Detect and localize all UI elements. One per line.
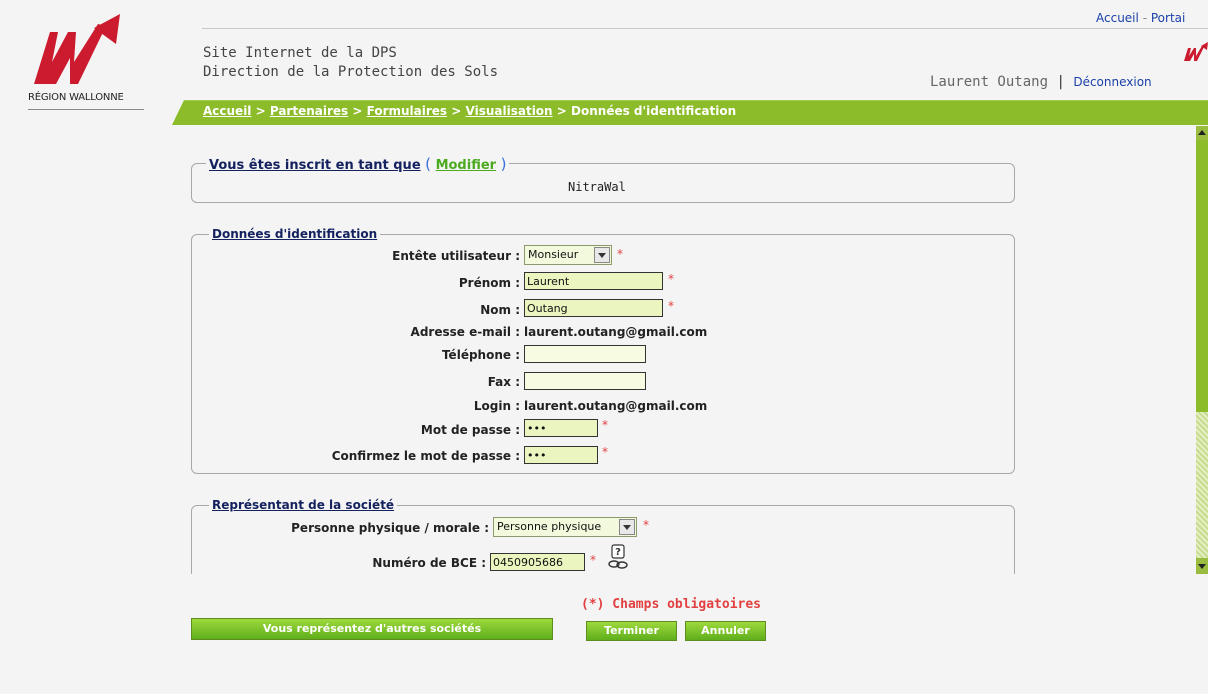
scroll-up-button[interactable] [1196,126,1208,140]
other-companies-button[interactable]: Vous représentez d'autres sociétés [191,618,553,640]
top-link-home[interactable]: Accueil [1096,11,1139,25]
fax-label: Fax : [487,375,520,389]
breadcrumb-separator: > [255,104,266,118]
svg-text:?: ? [615,547,621,558]
password-input[interactable] [524,419,598,437]
nom-label: Nom : [480,303,520,317]
region-w-logo-icon [34,14,120,84]
required-star: * [590,553,596,567]
scroll-track[interactable] [1196,412,1208,558]
modify-link[interactable]: Modifier [436,158,497,173]
required-star: * [617,247,623,261]
entete-select-value: Monsieur [528,248,579,261]
user-separator: | [1056,74,1065,90]
required-star: * [602,445,608,459]
login-label: Login : [473,399,520,413]
modify-open-paren: ( [425,155,432,173]
user-name: Laurent Outang [930,74,1049,90]
entete-label: Entête utilisateur : [392,249,520,263]
identification-legend-link: Données d'identification [212,227,378,241]
inscription-value: NitraWal [568,180,626,194]
scroll-up-arrow-icon [1198,130,1206,135]
breadcrumb-partenaires[interactable]: Partenaires [270,104,348,118]
breadcrumb-separator: > [451,104,462,118]
required-fields-note: (*) Champs obligatoires [581,597,762,612]
bce-label: Numéro de BCE : [372,556,486,570]
confirm-password-label: Confirmez le mot de passe : [331,449,520,463]
breadcrumb-visualisation[interactable]: Visualisation [466,104,553,118]
site-title-line1: Site Internet de la DPS [203,45,397,61]
top-link-portal[interactable]: Portai [1151,11,1185,25]
header-divider [202,28,1208,29]
help-chain-icon[interactable]: ? [606,544,630,573]
top-links: Accueil - Portai [1096,11,1185,25]
logo-divider [28,109,144,110]
identification-legend: Données d'identification [209,227,381,241]
inscription-legend-link[interactable]: Vous êtes inscrit en tant que [209,158,421,173]
breadcrumb-current: Données d'identification [571,104,737,118]
scroll-thumb[interactable] [1196,140,1208,412]
prenom-label: Prénom : [458,276,520,290]
breadcrumb-formulaires[interactable]: Formulaires [367,104,447,118]
telephone-label: Téléphone : [441,348,520,362]
personne-label: Personne physique / morale : [291,521,489,535]
required-star: * [643,518,649,532]
cancel-button[interactable]: Annuler [685,621,766,641]
prenom-input[interactable] [524,272,663,290]
required-star: * [668,299,674,313]
site-title: Site Internet de la DPS Direction de la … [203,44,498,82]
region-wallonne-logo[interactable]: RÉGION WALLONNE [28,14,148,110]
nom-input[interactable] [524,299,663,317]
password-label: Mot de passe : [420,423,520,437]
email-label: Adresse e-mail : [410,325,520,339]
modify-close-paren: ) [500,155,507,173]
login-value: laurent.outang@gmail.com [524,399,708,413]
entete-select[interactable]: Monsieur [524,245,612,265]
personne-select-value: Personne physique [497,520,602,533]
email-value: laurent.outang@gmail.com [524,325,708,339]
required-star: * [602,418,608,432]
scroll-down-arrow-icon [1198,564,1206,569]
breadcrumb-separator: > [352,104,363,118]
telephone-input[interactable] [524,345,646,363]
finish-button[interactable]: Terminer [586,621,677,641]
societe-legend-link: Représentant de la société [212,498,395,512]
personne-select[interactable]: Personne physique [493,517,637,537]
user-line: Laurent Outang | Déconnexion [930,74,1152,90]
breadcrumb-separator: > [556,104,567,118]
breadcrumb-accueil[interactable]: Accueil [203,104,251,118]
small-w-logo-icon [1183,42,1208,65]
inscription-legend: Vous êtes inscrit en tant que ( Modifier… [206,155,510,173]
societe-legend: Représentant de la société [209,498,398,512]
logout-link[interactable]: Déconnexion [1073,75,1151,89]
chevron-down-icon [594,247,610,263]
region-label: RÉGION WALLONNE [28,92,124,103]
top-link-separator: - [1142,11,1148,25]
site-title-line2: Direction de la Protection des Sols [203,64,499,80]
chevron-down-icon [619,519,635,535]
required-star: * [668,272,674,286]
bce-input[interactable] [490,553,585,571]
scroll-down-button[interactable] [1196,558,1208,574]
breadcrumb: Accueil > Partenaires > Formulaires > Vi… [203,104,736,118]
confirm-password-input[interactable] [524,446,598,464]
fax-input[interactable] [524,372,646,390]
